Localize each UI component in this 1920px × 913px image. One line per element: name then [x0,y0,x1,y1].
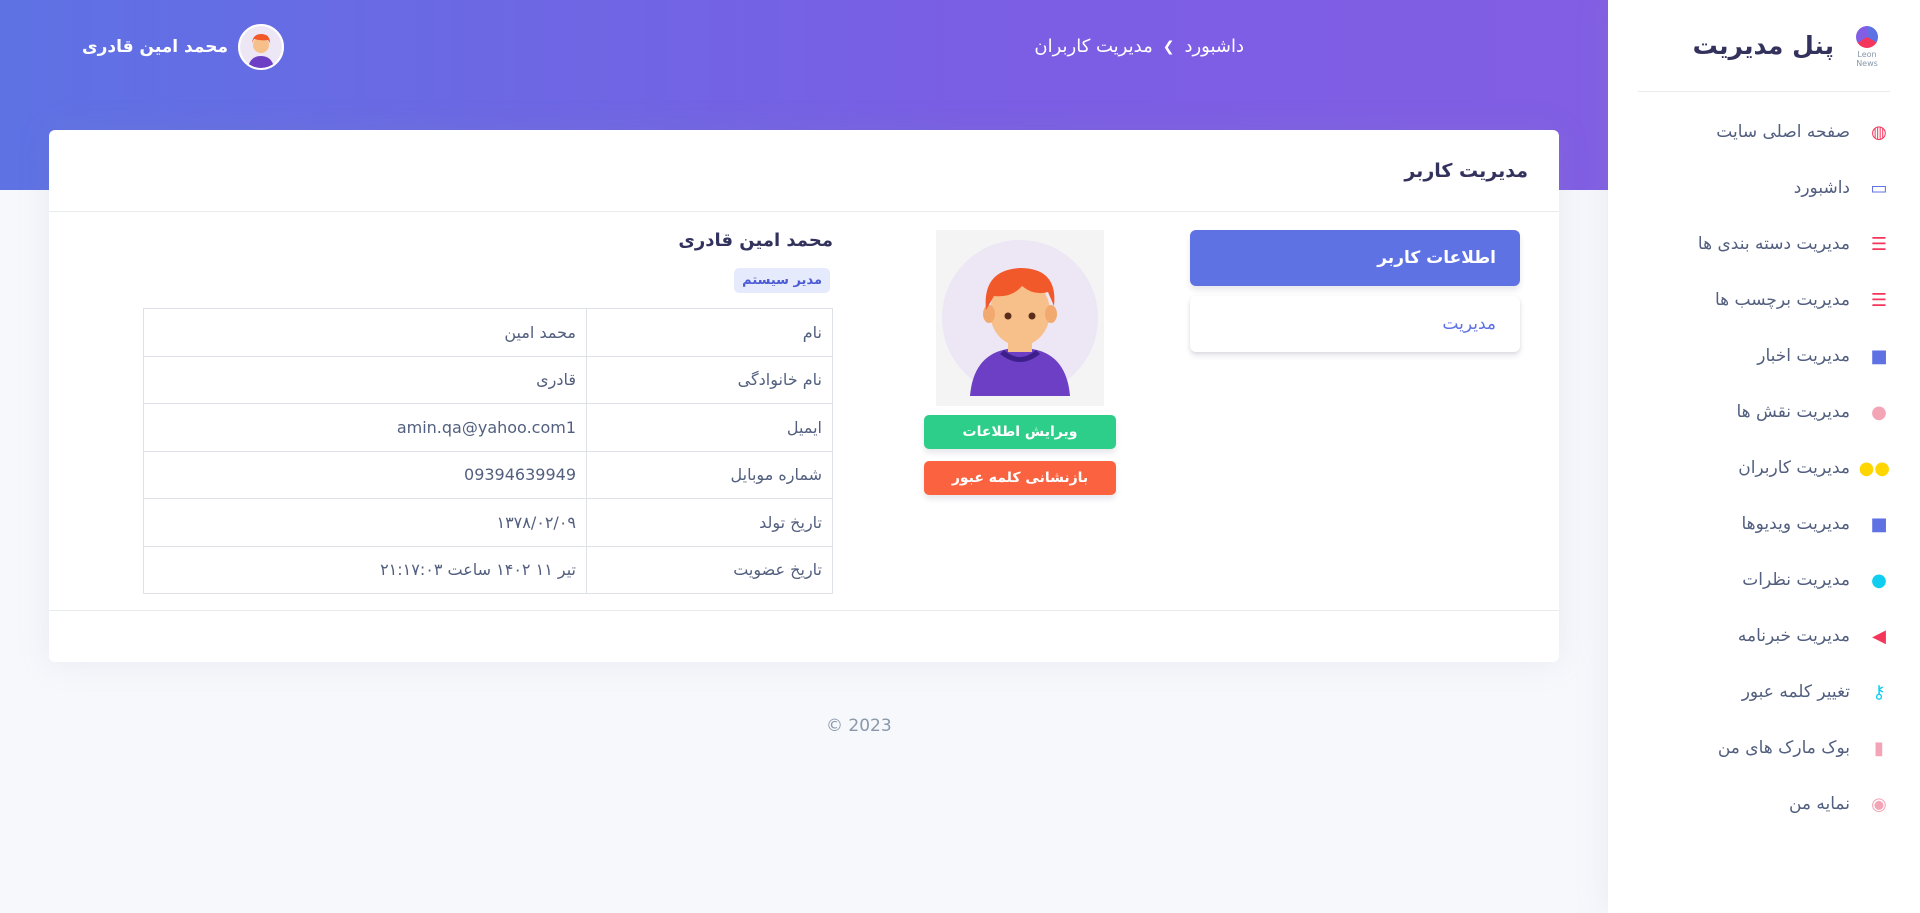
profile-photo [936,230,1104,406]
list-icon: ☰ [1870,289,1888,311]
sidebar-item-comments[interactable]: ● مدیریت نظرات [1608,552,1920,608]
sidebar-item-tags[interactable]: ☰ مدیریت برچسب ها [1608,272,1920,328]
sidebar-item-videos[interactable]: ■ مدیریت ویدیوها [1608,496,1920,552]
sidebar-item-label: مدیریت ویدیوها [1741,514,1851,534]
sidebar-item-label: مدیریت کاربران [1738,458,1850,478]
edit-info-button[interactable]: ویرایش اطلاعات [924,415,1116,449]
list-icon: ☰ [1870,233,1888,255]
monitor-icon: ▭ [1870,177,1888,199]
sidebar-item-roles[interactable]: ● مدیریت نقش ها [1608,384,1920,440]
breadcrumb-users[interactable]: مدیریت کاربران [1034,36,1152,57]
profile-user-name: محمد امین قادری [678,230,833,251]
sidebar-item-news[interactable]: ■ مدیریت اخبار [1608,328,1920,384]
user-name: محمد امین قادری [82,37,229,57]
table-row: تاریخ عضویت تیر ۱۱ ۱۴۰۲ ساعت ۲۱:۱۷:۰۳ [143,545,833,594]
sidebar-item-label: مدیریت اخبار [1757,346,1850,366]
user-management-card: مدیریت کاربر اطلاعات کاربر مدیریت ویرایش… [49,130,1559,662]
reset-password-button[interactable]: بازنشانی کلمه عبور [924,461,1116,495]
brand[interactable]: Leon News پنل مدیریت [1638,0,1890,92]
sidebar-item-label: مدیریت برچسب ها [1715,290,1850,310]
sidebar-item-label: صفحه اصلی سایت [1716,122,1850,142]
sidebar-item-label: مدیریت نقش ها [1736,402,1850,422]
row-label: ایمیل [586,403,833,452]
user-menu[interactable]: محمد امین قادری [82,24,285,70]
sidebar-item-label: مدیریت خبرنامه [1737,626,1850,646]
brand-subtitle: Leon News [1856,49,1878,68]
profile-icon: ◉ [1871,793,1887,815]
row-label: تاریخ عضویت [586,545,833,594]
user-icon: ● [1871,401,1887,423]
row-label: شماره موبایل [586,450,833,499]
sidebar-item-label: داشبورد [1793,178,1850,198]
sidebar-nav: ◍ صفحه اصلی سایت ▭ داشبورد ☰ مدیریت دسته… [1608,92,1920,832]
logo: Leon News [1846,22,1886,70]
brand-title: پنل مدیریت [1692,31,1834,60]
table-row: تاریخ تولد ۱۳۷۸/۰۲/۰۹ [143,498,833,547]
row-value: قادری [143,355,587,404]
sidebar-item-profile[interactable]: ◉ نمایه من [1608,776,1920,832]
sidebar-item-label: تغییر کلمه عبور [1741,682,1850,702]
sidebar-item-label: مدیریت دسته بندی ها [1697,234,1850,254]
comments-icon: ● [1871,569,1887,591]
sidebar: Leon News پنل مدیریت ◍ صفحه اصلی سایت ▭ … [1608,0,1920,913]
table-row: شماره موبایل 09394639949 [143,450,833,499]
row-value: amin.qa@yahoo.com1 [143,403,587,452]
megaphone-icon: ◀ [1872,625,1886,647]
sidebar-item-label: نمایه من [1788,794,1850,814]
card-footer [49,610,1559,662]
row-value: ۱۳۷۸/۰۲/۰۹ [143,498,587,547]
sidebar-item-dashboard[interactable]: ▭ داشبورد [1608,160,1920,216]
row-value: 09394639949 [143,450,587,499]
sidebar-item-newsletter[interactable]: ◀ مدیریت خبرنامه [1608,608,1920,664]
row-value: تیر ۱۱ ۱۴۰۲ ساعت ۲۱:۱۷:۰۳ [143,545,587,594]
card-title: مدیریت کاربر [49,130,1559,212]
sidebar-item-change-password[interactable]: ⚷ تغییر کلمه عبور [1608,664,1920,720]
row-label: نام [586,308,833,357]
video-icon: ■ [1870,513,1888,535]
bookmark-icon: ▮ [1874,737,1884,759]
tab-user-info[interactable]: اطلاعات کاربر [1190,230,1520,286]
row-label: نام خانوادگی [586,355,833,404]
row-value: محمد امین [143,308,587,357]
sidebar-item-site-home[interactable]: ◍ صفحه اصلی سایت [1608,104,1920,160]
table-row: نام محمد امین [143,308,833,357]
tab-management[interactable]: مدیریت [1190,296,1520,352]
copyright: © 2023 [826,716,892,736]
users-icon: ●● [1858,457,1890,479]
folder-icon: ■ [1870,345,1888,367]
key-icon: ⚷ [1872,681,1886,703]
chevron-right-icon: ❯ [1162,38,1175,55]
breadcrumb-dashboard[interactable]: داشبورد [1184,36,1244,57]
breadcrumb: داشبورد ❯ مدیریت کاربران [1034,36,1244,57]
sidebar-item-label: مدیریت نظرات [1742,570,1850,590]
role-badge: مدیر سیستم [734,268,830,293]
sidebar-item-categories[interactable]: ☰ مدیریت دسته بندی ها [1608,216,1920,272]
sidebar-item-bookmarks[interactable]: ▮ بوک مارک های من [1608,720,1920,776]
user-info-table: نام محمد امین نام خانوادگی قادری ایمیل a… [143,308,833,594]
home-icon: ◍ [1871,121,1887,143]
table-row: ایمیل amin.qa@yahoo.com1 [143,403,833,452]
sidebar-item-users[interactable]: ●● مدیریت کاربران [1608,440,1920,496]
sidebar-item-label: بوک مارک های من [1717,738,1850,758]
row-label: تاریخ تولد [586,498,833,547]
avatar [238,24,285,70]
table-row: نام خانوادگی قادری [143,355,833,404]
